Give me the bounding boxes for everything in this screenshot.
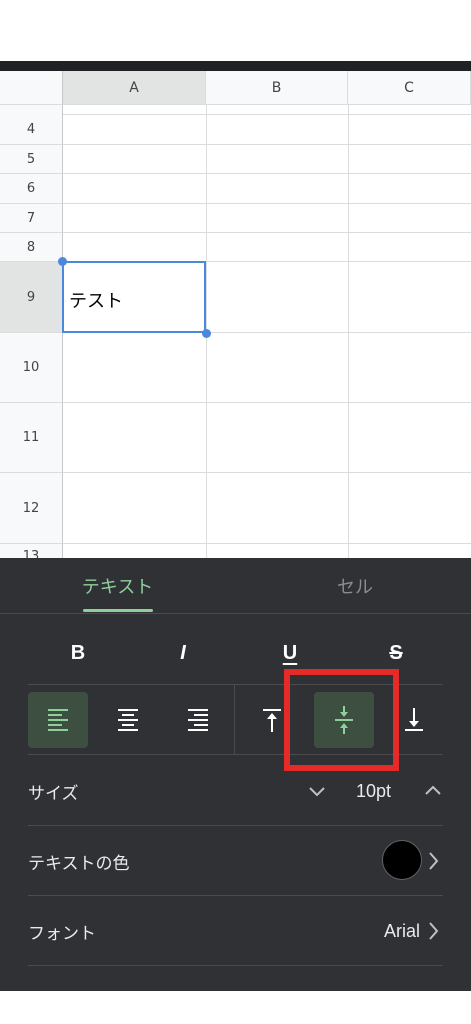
active-tab-indicator (83, 609, 153, 612)
column-header-a[interactable]: A (63, 71, 206, 105)
grid-line (63, 543, 471, 544)
tab-text[interactable]: テキスト (40, 558, 195, 614)
align-left-icon (48, 709, 68, 731)
format-panel: テキスト セル B I U S サイズ 10pt テキストの色 フォント Ari… (0, 558, 471, 991)
bold-button[interactable]: B (58, 638, 98, 668)
divider (28, 965, 443, 966)
highlight-box (284, 669, 399, 771)
chevron-right-icon (429, 852, 439, 870)
italic-button[interactable]: I (163, 638, 203, 668)
strikethrough-button[interactable]: S (376, 638, 416, 668)
row-header-8[interactable]: 8 (0, 233, 63, 262)
column-header-c[interactable]: C (348, 71, 471, 105)
row-header-11[interactable]: 11 (0, 403, 63, 473)
grid-line (63, 232, 471, 233)
chevron-down-icon (309, 787, 325, 797)
size-label: サイズ (28, 783, 79, 804)
bold-icon: B (70, 641, 86, 664)
selection-handle-top-left[interactable] (58, 257, 67, 266)
underline-button[interactable]: U (270, 638, 310, 668)
align-right-icon (188, 709, 208, 731)
strikethrough-icon: S (389, 641, 403, 664)
frozen-gap-header (0, 105, 63, 115)
font-value: Arial (384, 920, 421, 941)
row-header-6[interactable]: 6 (0, 174, 63, 204)
row-header-10[interactable]: 10 (0, 333, 63, 403)
divider (234, 684, 235, 754)
size-decrease-button[interactable] (304, 778, 330, 804)
grid-line (63, 144, 471, 145)
frozen-gap (0, 105, 471, 115)
select-all-corner[interactable] (0, 71, 63, 105)
size-increase-button[interactable] (420, 778, 446, 804)
grid-line (63, 402, 471, 403)
row-header-12[interactable]: 12 (0, 473, 63, 544)
align-center-icon (118, 709, 138, 731)
row-header-5[interactable]: 5 (0, 145, 63, 174)
column-header-b[interactable]: B (206, 71, 348, 105)
top-bar (0, 61, 471, 71)
align-left-button[interactable] (28, 692, 88, 748)
align-right-button[interactable] (168, 692, 228, 748)
text-color-row[interactable]: テキストの色 (28, 826, 443, 896)
italic-icon: I (180, 641, 186, 664)
align-center-button[interactable] (98, 692, 158, 748)
text-color-swatch[interactable] (382, 840, 422, 880)
selection-handle-bottom-right[interactable] (202, 329, 211, 338)
tab-cell[interactable]: セル (270, 558, 440, 614)
font-row[interactable]: フォント Arial (28, 896, 443, 966)
underline-icon: U (282, 641, 298, 664)
grid-line (63, 472, 471, 473)
row-header-13[interactable]: 13 (0, 544, 63, 558)
divider (0, 613, 471, 614)
grid-line (63, 203, 471, 204)
chevron-right-icon (429, 922, 439, 940)
row-header-7[interactable]: 7 (0, 204, 63, 233)
chevron-up-icon (425, 785, 441, 795)
row-header-4[interactable]: 4 (0, 115, 63, 145)
spreadsheet-grid[interactable]: A B C 4 5 6 7 8 9 10 11 12 13 テスト (0, 71, 471, 558)
row-header-9[interactable]: 9 (0, 262, 63, 333)
cell-selection[interactable] (62, 261, 206, 333)
font-label: フォント (28, 923, 96, 944)
bottom-area (0, 991, 471, 1024)
text-color-label: テキストの色 (28, 853, 130, 874)
grid-line (63, 173, 471, 174)
